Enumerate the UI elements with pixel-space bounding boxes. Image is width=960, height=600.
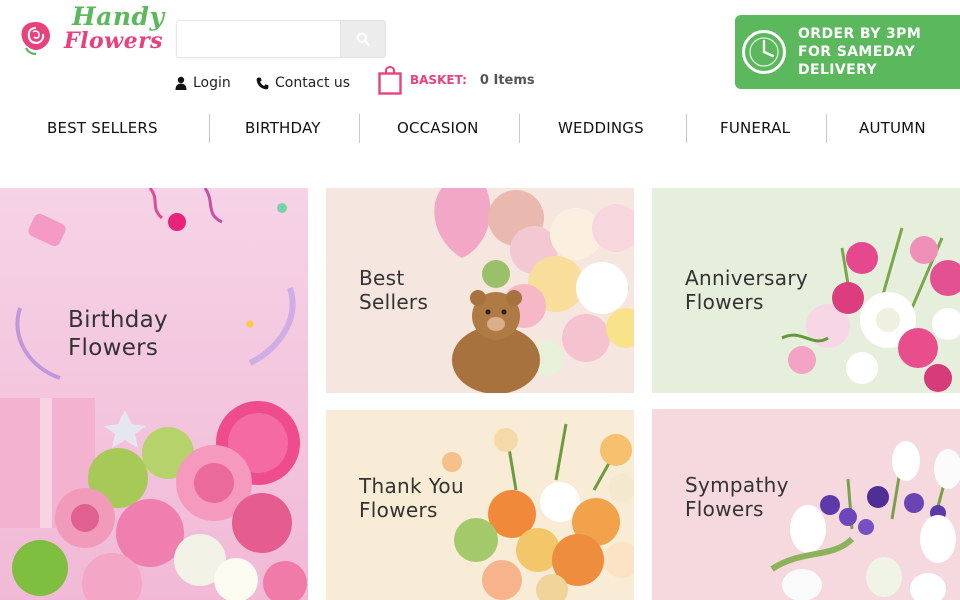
- shopping-bag-icon: [378, 65, 402, 95]
- basket-label: BASKET:: [410, 73, 467, 87]
- search-input[interactable]: [176, 20, 340, 58]
- tile-title-line-1: Thank You: [359, 474, 464, 498]
- tile-title: Best Sellers: [359, 266, 428, 314]
- category-tile-birthday[interactable]: Birthday Flowers: [0, 188, 308, 600]
- tile-title-line-1: Birthday: [68, 307, 168, 333]
- login-label: Login: [193, 75, 231, 91]
- nav-divider: [826, 114, 827, 143]
- site-logo[interactable]: Handy Flowers: [16, 2, 164, 64]
- logo-text-flowers: Flowers: [64, 28, 164, 54]
- tile-title-line-2: Flowers: [68, 335, 159, 361]
- nav-weddings[interactable]: WEDDINGS: [558, 110, 644, 146]
- basket-count: 0 Items: [479, 72, 535, 88]
- search-button[interactable]: [340, 20, 386, 58]
- tile-title: Anniversary Flowers: [685, 266, 808, 314]
- nav-birthday[interactable]: BIRTHDAY: [245, 110, 321, 146]
- search-icon: [356, 32, 370, 46]
- tile-title-line-1: Sympathy: [685, 473, 789, 497]
- nav-autumn[interactable]: AUTUMN: [859, 110, 926, 146]
- tile-title: Sympathy Flowers: [685, 473, 789, 521]
- tile-title-line-1: Anniversary: [685, 266, 808, 290]
- nav-divider: [209, 114, 210, 143]
- login-link[interactable]: Login: [175, 74, 231, 92]
- tile-title-line-2: Flowers: [685, 497, 764, 521]
- nav-divider: [359, 114, 360, 143]
- category-tile-best-sellers[interactable]: Best Sellers: [326, 188, 634, 393]
- clock-icon: [742, 30, 786, 74]
- banner-line-1: ORDER BY 3PM: [798, 26, 922, 42]
- banner-line-2: FOR SAMEDAY: [798, 44, 916, 60]
- category-tile-sympathy[interactable]: Sympathy Flowers: [652, 409, 960, 600]
- logo-text-handy: Handy: [72, 2, 165, 31]
- nav-divider: [686, 114, 687, 143]
- phone-icon: [256, 77, 269, 89]
- tile-title-line-1: Best: [359, 266, 405, 290]
- user-icon: [175, 76, 187, 90]
- tile-title: Birthday Flowers: [68, 306, 168, 362]
- nav-divider: [519, 114, 520, 143]
- sameday-delivery-banner[interactable]: ORDER BY 3PM FOR SAMEDAY DELIVERY: [735, 15, 960, 89]
- banner-text: ORDER BY 3PM FOR SAMEDAY DELIVERY: [798, 25, 921, 79]
- tile-title: Thank You Flowers: [359, 474, 464, 522]
- tile-title-line-2: Flowers: [685, 290, 764, 314]
- banner-line-3: DELIVERY: [798, 62, 878, 78]
- nav-funeral[interactable]: FUNERAL: [720, 110, 790, 146]
- nav-occasion[interactable]: OCCASION: [397, 110, 479, 146]
- category-tile-thank-you[interactable]: Thank You Flowers: [326, 410, 634, 600]
- nav-best-sellers[interactable]: BEST SELLERS: [47, 110, 158, 146]
- contact-label: Contact us: [275, 75, 351, 91]
- contact-link[interactable]: Contact us: [256, 74, 350, 92]
- tile-title-line-2: Flowers: [359, 498, 438, 522]
- rose-logo-icon: [21, 22, 50, 56]
- tile-title-line-2: Sellers: [359, 290, 429, 314]
- birthday-flowers-image: [0, 188, 308, 600]
- main-nav: BEST SELLERS BIRTHDAY OCCASION WEDDINGS …: [0, 110, 960, 146]
- basket-link[interactable]: BASKET: 0 Items: [378, 64, 535, 96]
- category-tile-anniversary[interactable]: Anniversary Flowers: [652, 188, 960, 393]
